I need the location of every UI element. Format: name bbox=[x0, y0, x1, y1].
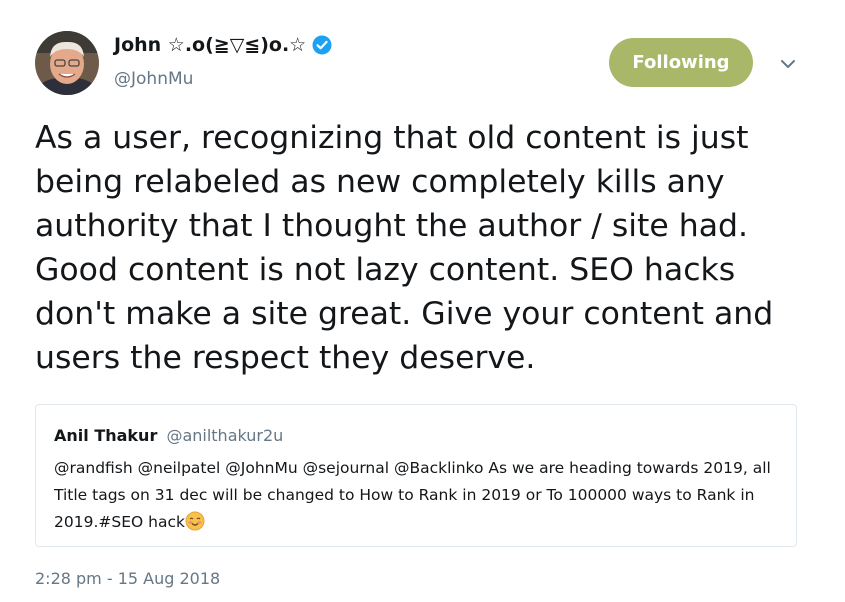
smiling-face-emoji bbox=[185, 511, 205, 531]
quoted-tweet-text: @randfish @neilpatel @JohnMu @sejournal … bbox=[54, 455, 784, 536]
verified-badge-icon bbox=[312, 35, 332, 55]
following-button[interactable]: Following bbox=[609, 38, 753, 87]
author-handle[interactable]: @JohnMu bbox=[114, 69, 193, 89]
quoted-tweet[interactable]: Anil Thakur @anilthakur2u @randfish @nei… bbox=[35, 404, 797, 547]
avatar-image bbox=[35, 31, 99, 95]
chevron-down-icon[interactable] bbox=[778, 54, 798, 74]
quoted-author-handle: @anilthakur2u bbox=[166, 426, 284, 445]
tweet-text: As a user, recognizing that old content … bbox=[35, 120, 774, 376]
tweet-timestamp[interactable]: 2:28 pm - 15 Aug 2018 bbox=[35, 569, 220, 588]
avatar[interactable] bbox=[35, 31, 99, 95]
quoted-tweet-header: Anil Thakur @anilthakur2u bbox=[54, 426, 283, 445]
quoted-author-name: Anil Thakur bbox=[54, 426, 158, 445]
author-name-text[interactable]: John ☆.o(≧▽≦)o.☆ bbox=[114, 34, 306, 56]
author-name[interactable]: John ☆.o(≧▽≦)o.☆ bbox=[114, 34, 332, 56]
quoted-tweet-body: @randfish @neilpatel @JohnMu @sejournal … bbox=[54, 459, 771, 531]
